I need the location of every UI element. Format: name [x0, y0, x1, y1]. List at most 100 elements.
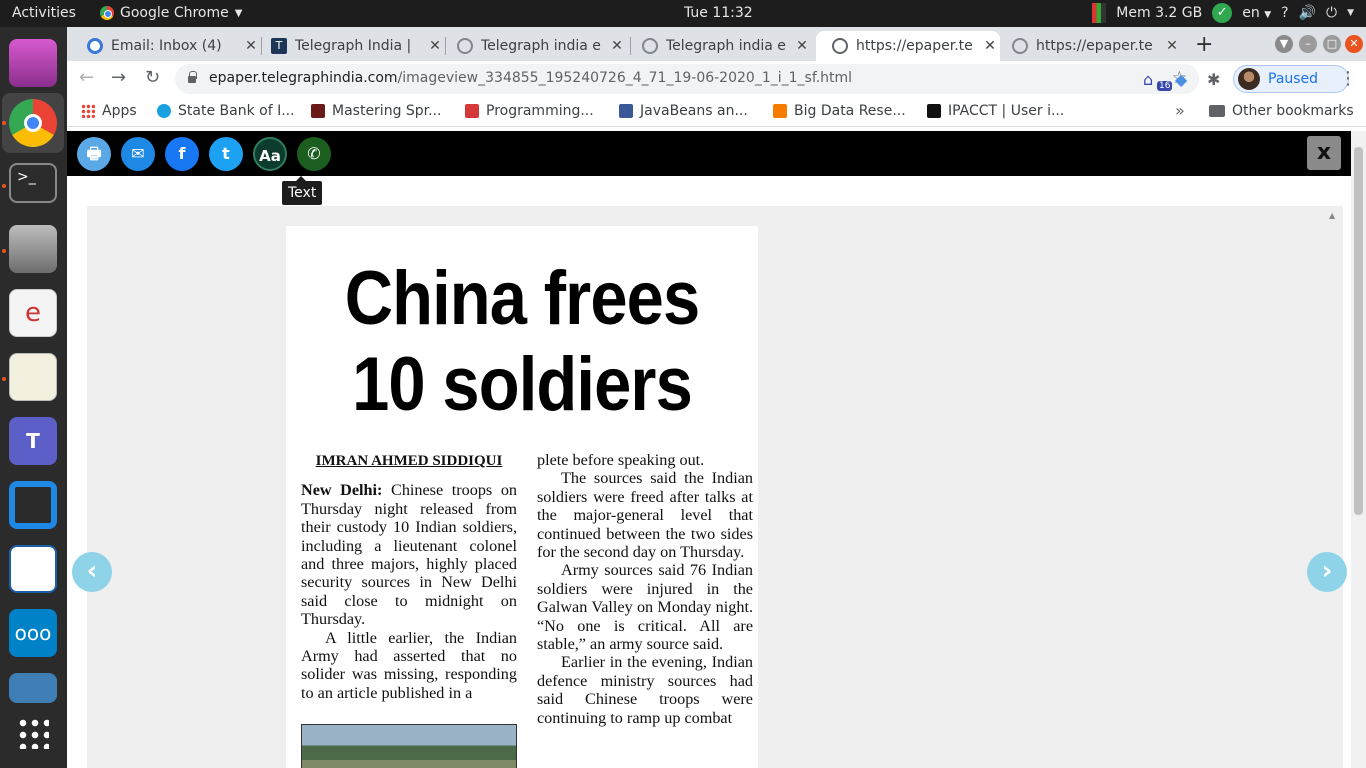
dateline: New Delhi:: [301, 481, 383, 500]
terminal-icon[interactable]: >_: [9, 163, 57, 203]
address-bar[interactable]: epaper.telegraphindia.com/imageview_3348…: [175, 64, 1199, 94]
c-icon: [619, 104, 633, 118]
bookmarks-bar: Apps State Bank of I... Mastering Spr...…: [67, 97, 1366, 127]
headline-line-1: China frees: [344, 256, 700, 341]
close-tab-icon[interactable]: ✕: [792, 38, 812, 54]
avatar: [1238, 68, 1260, 90]
nextcloud-icon[interactable]: ooo: [9, 609, 57, 657]
tab-strip: Email: Inbox (4) ✕ T Telegraph India | ✕…: [67, 27, 1366, 61]
check-icon[interactable]: ✓: [1212, 3, 1233, 23]
other-bookmarks[interactable]: Other bookmarks: [1209, 103, 1354, 119]
graduation-cap-icon[interactable]: ◆: [1175, 70, 1187, 89]
writer-icon[interactable]: [9, 545, 57, 593]
profile-status: Paused: [1268, 71, 1319, 87]
article-paragraph: plete before speaking out.: [537, 451, 705, 469]
profile-button[interactable]: Paused: [1233, 65, 1349, 93]
bookmark-state-bank[interactable]: State Bank of I...: [157, 103, 295, 119]
sbi-icon: [157, 104, 171, 118]
close-button[interactable]: x: [1307, 136, 1341, 170]
close-window-icon[interactable]: ✕: [1345, 35, 1363, 53]
bookmark-label: JavaBeans an...: [640, 103, 748, 119]
minimize-icon[interactable]: –: [1299, 35, 1317, 53]
email-favicon: [87, 38, 103, 54]
previous-page-button[interactable]: ‹: [72, 552, 112, 592]
ip-icon: [927, 104, 941, 118]
more-menu-icon[interactable]: ⋮: [1339, 68, 1357, 89]
bookmark-label: State Bank of I...: [178, 103, 295, 119]
forward-arrow-icon[interactable]: →: [111, 67, 126, 88]
new-tab-button[interactable]: +: [1195, 32, 1213, 57]
bookmark-javabeans[interactable]: JavaBeans an...: [619, 103, 748, 119]
bookmark-label: Programming...: [486, 103, 594, 119]
e-icon: [773, 104, 787, 118]
byline: IMRAN AHMED SIDDIQUI: [315, 453, 503, 469]
running-indicator: [2, 184, 6, 188]
more-bookmarks-icon[interactable]: »: [1175, 101, 1185, 120]
whatsapp-icon[interactable]: ✆: [297, 137, 331, 171]
it-icon: [465, 104, 479, 118]
bookmark-ipacct[interactable]: IPACCT | User i...: [927, 103, 1064, 119]
bookmark-label: Apps: [102, 103, 137, 119]
close-tab-icon[interactable]: ✕: [607, 38, 627, 54]
tab-epaper-active[interactable]: https://epaper.te ✕: [816, 31, 1000, 61]
scrollbar-thumb[interactable]: [1354, 147, 1363, 515]
running-indicator: [2, 377, 6, 381]
language-indicator[interactable]: en ▼: [1242, 5, 1271, 21]
bookmark-label: IPACCT | User i...: [948, 103, 1065, 119]
close-tab-icon[interactable]: ✕: [1162, 38, 1182, 54]
next-page-button[interactable]: ›: [1307, 552, 1347, 592]
puzzle-piece-icon[interactable]: ✱: [1207, 70, 1220, 89]
chevron-down-icon[interactable]: ▼: [1347, 8, 1354, 18]
tab-search-icon[interactable]: ▼: [1275, 35, 1293, 53]
tab-telegraph-epaper-1[interactable]: Telegraph india e ✕: [441, 31, 627, 61]
article-paragraph: The sources said the Indian soldiers wer…: [537, 469, 753, 562]
teams-icon[interactable]: T: [9, 417, 57, 465]
tab-telegraph-epaper-2[interactable]: Telegraph india e ✕: [626, 31, 812, 61]
bookmark-mastering-spring[interactable]: Mastering Spr...: [311, 103, 442, 119]
page-scrollbar[interactable]: [1351, 131, 1366, 768]
text-editor-icon[interactable]: [9, 353, 57, 401]
facebook-icon[interactable]: f: [165, 137, 199, 171]
power-icon[interactable]: ⏻: [1326, 5, 1337, 21]
print-icon[interactable]: 🖶: [77, 137, 111, 171]
globe-icon: [832, 38, 848, 54]
maximize-icon[interactable]: □: [1323, 35, 1341, 53]
app-menu[interactable]: Google Chrome ▼: [100, 5, 242, 21]
system-monitor-icon[interactable]: [9, 673, 57, 703]
screen-recorder-icon[interactable]: [9, 39, 57, 87]
bookmark-label: Mastering Spr...: [332, 103, 442, 119]
volume-icon[interactable]: 🔊: [1299, 5, 1316, 21]
tab-title: Telegraph India |: [295, 38, 412, 54]
tab-title: https://epaper.te: [856, 38, 973, 54]
article-paragraph: Earlier in the evening, Indian defence m…: [537, 653, 753, 727]
tab-email[interactable]: Email: Inbox (4) ✕: [71, 31, 261, 61]
bookmark-big-data[interactable]: Big Data Rese...: [773, 103, 906, 119]
system-top-bar: Activities Google Chrome ▼ Tue 11:32 Mem…: [0, 0, 1366, 27]
help-icon[interactable]: ?: [1281, 5, 1288, 21]
remote-desktop-icon[interactable]: [9, 481, 57, 529]
show-apps-icon[interactable]: [17, 717, 49, 749]
memory-indicator[interactable]: Mem 3.2 GB: [1116, 5, 1202, 21]
document-viewer-icon[interactable]: e: [9, 289, 57, 337]
text-view-button[interactable]: Aa: [253, 137, 287, 171]
bookmark-label: Other bookmarks: [1232, 103, 1354, 119]
chevron-down-icon: ▼: [234, 7, 243, 19]
clock[interactable]: Tue 11:32: [684, 5, 753, 21]
tab-telegraph-india[interactable]: T Telegraph India | ✕: [255, 31, 445, 61]
file-manager-icon[interactable]: [9, 225, 57, 273]
page-content: 🖶 ✉ f t Aa ✆ x Text ▲ China frees 10 sol…: [67, 131, 1366, 768]
back-arrow-icon[interactable]: ←: [79, 67, 94, 88]
bookmark-apps[interactable]: Apps: [81, 103, 137, 119]
reload-icon[interactable]: ↻: [145, 67, 160, 88]
bookmark-label: Big Data Rese...: [794, 103, 906, 119]
bookmark-programming[interactable]: Programming...: [465, 103, 594, 119]
email-icon[interactable]: ✉: [121, 137, 155, 171]
extension-icon[interactable]: ⌂: [1143, 70, 1153, 89]
scroll-up-icon[interactable]: ▲: [1329, 211, 1339, 223]
article-column-2: plete before speaking out. The sources s…: [537, 451, 753, 727]
activities-button[interactable]: Activities: [12, 5, 76, 21]
globe-icon: [457, 38, 473, 54]
tab-epaper[interactable]: https://epaper.te ✕: [996, 31, 1182, 61]
headline-line-2: 10 soldiers: [352, 342, 693, 427]
twitter-icon[interactable]: t: [209, 137, 243, 171]
